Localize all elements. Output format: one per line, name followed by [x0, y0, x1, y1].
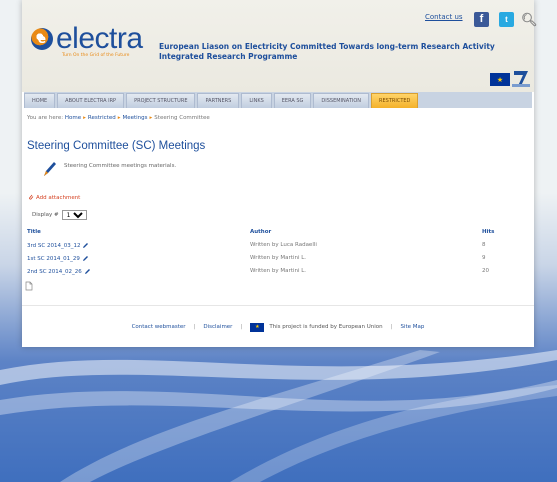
- breadcrumb-separator-icon: ▸: [83, 115, 86, 121]
- nav-partners[interactable]: PARTNERS: [197, 93, 240, 108]
- nav-dissemination[interactable]: DISSEMINATION: [313, 93, 370, 108]
- eu-flag-icon: ★: [490, 73, 510, 86]
- column-header-hits[interactable]: Hits: [482, 229, 494, 235]
- row-hits: 20: [482, 268, 489, 274]
- electra-logo-icon: e: [31, 28, 53, 50]
- display-count-label: Display #: [32, 212, 59, 218]
- site-title-line2: Integrated Research Programme: [159, 52, 298, 61]
- column-header-title[interactable]: Title: [27, 229, 41, 235]
- main-nav: HOME ABOUT ELECTRA IRP PROJECT STRUCTURE…: [24, 92, 532, 108]
- row-hits: 8: [482, 242, 486, 248]
- breadcrumb-home[interactable]: Home: [65, 115, 81, 121]
- nav-home[interactable]: HOME: [24, 93, 56, 108]
- add-attachment-link[interactable]: Add attachment: [28, 194, 80, 201]
- row-title-cell: 3rd SC 2014_03_12: [27, 242, 89, 249]
- nav-eera-sg[interactable]: EERA SG: [273, 93, 312, 108]
- breadcrumb-current: Steering Committee: [154, 115, 210, 121]
- footer-site-map[interactable]: Site Map: [401, 324, 425, 330]
- row-title-link[interactable]: 1st SC 2014_01_29: [27, 256, 80, 262]
- edit-icon[interactable]: [84, 268, 91, 275]
- category-description: Steering Committee meetings materials.: [64, 163, 177, 169]
- site-footer: Contact webmaster | Disclaimer | ★ This …: [22, 305, 534, 348]
- breadcrumb: You are here: Home ▸ Restricted ▸ Meetings ▸ S…: [27, 115, 210, 121]
- row-title-cell: 2nd SC 2014_02_26: [27, 268, 91, 275]
- site-header: e electra Turn On the Grid of the Future…: [22, 0, 538, 92]
- table-row: 3rd SC 2014_03_12 Written by Luca Radael…: [22, 242, 534, 254]
- background-swoosh: [0, 350, 557, 482]
- breadcrumb-separator-icon: ▸: [149, 115, 153, 121]
- footer-disclaimer[interactable]: Disclaimer: [203, 324, 232, 330]
- row-title-cell: 1st SC 2014_01_29: [27, 255, 89, 262]
- row-title-link[interactable]: 2nd SC 2014_02_26: [27, 269, 82, 275]
- add-attachment-label: Add attachment: [36, 194, 81, 201]
- search-icon[interactable]: 🔍︎: [521, 12, 538, 27]
- logo-tagline: Turn On the Grid of the Future: [62, 53, 130, 58]
- nav-restricted[interactable]: RESTRICTED: [371, 93, 419, 108]
- edit-icon[interactable]: [82, 242, 89, 249]
- page-title: Steering Committee (SC) Meetings: [27, 140, 206, 152]
- paperclip-icon: [29, 194, 34, 200]
- footer-contact-webmaster[interactable]: Contact webmaster: [132, 324, 186, 330]
- row-author: Written by Martini L.: [250, 255, 307, 261]
- row-author: Written by Martini L.: [250, 268, 307, 274]
- breadcrumb-separator-icon: ▸: [117, 115, 121, 121]
- row-author: Written by Luca Radaelli: [250, 242, 317, 248]
- seventh-framework-icon: [512, 71, 530, 87]
- footer-divider: |: [240, 324, 243, 330]
- page-container: e electra Turn On the Grid of the Future…: [22, 0, 538, 348]
- nav-project-structure[interactable]: PROJECT STRUCTURE: [126, 93, 196, 108]
- twitter-icon[interactable]: t: [499, 12, 514, 27]
- eu-flag-icon: ★: [250, 322, 265, 332]
- table-row: 1st SC 2014_01_29 Written by Martini L. …: [22, 255, 534, 267]
- breadcrumb-meetings[interactable]: Meetings: [122, 115, 147, 121]
- display-count: Display # 10: [32, 210, 87, 220]
- site-title-line1: European Liason on Electricity Committed…: [159, 42, 495, 51]
- site-title: European Liason on Electricity Committed…: [159, 42, 495, 62]
- logo-text: electra: [56, 22, 143, 55]
- contact-us-link[interactable]: Contact us: [425, 13, 463, 21]
- nav-links[interactable]: LINKS: [241, 93, 272, 108]
- footer-divider: |: [193, 324, 196, 330]
- display-count-select[interactable]: 10: [61, 210, 87, 220]
- table-row: 2nd SC 2014_02_26 Written by Martini L. …: [22, 268, 534, 280]
- breadcrumb-restricted[interactable]: Restricted: [88, 115, 116, 121]
- row-hits: 9: [482, 255, 486, 261]
- new-document-icon[interactable]: [25, 281, 33, 291]
- pencil-icon: [44, 162, 56, 176]
- facebook-icon[interactable]: f: [474, 12, 489, 27]
- electra-logo[interactable]: e electra: [31, 22, 143, 55]
- nav-about-electra-irp[interactable]: ABOUT ELECTRA IRP: [57, 93, 125, 108]
- row-title-link[interactable]: 3rd SC 2014_03_12: [27, 243, 80, 249]
- footer-funded-text: This project is funded by European Union: [269, 324, 383, 330]
- column-header-author[interactable]: Author: [250, 229, 271, 235]
- edit-icon[interactable]: [82, 255, 89, 262]
- footer-divider: |: [390, 324, 393, 330]
- breadcrumb-prefix: You are here:: [27, 115, 64, 121]
